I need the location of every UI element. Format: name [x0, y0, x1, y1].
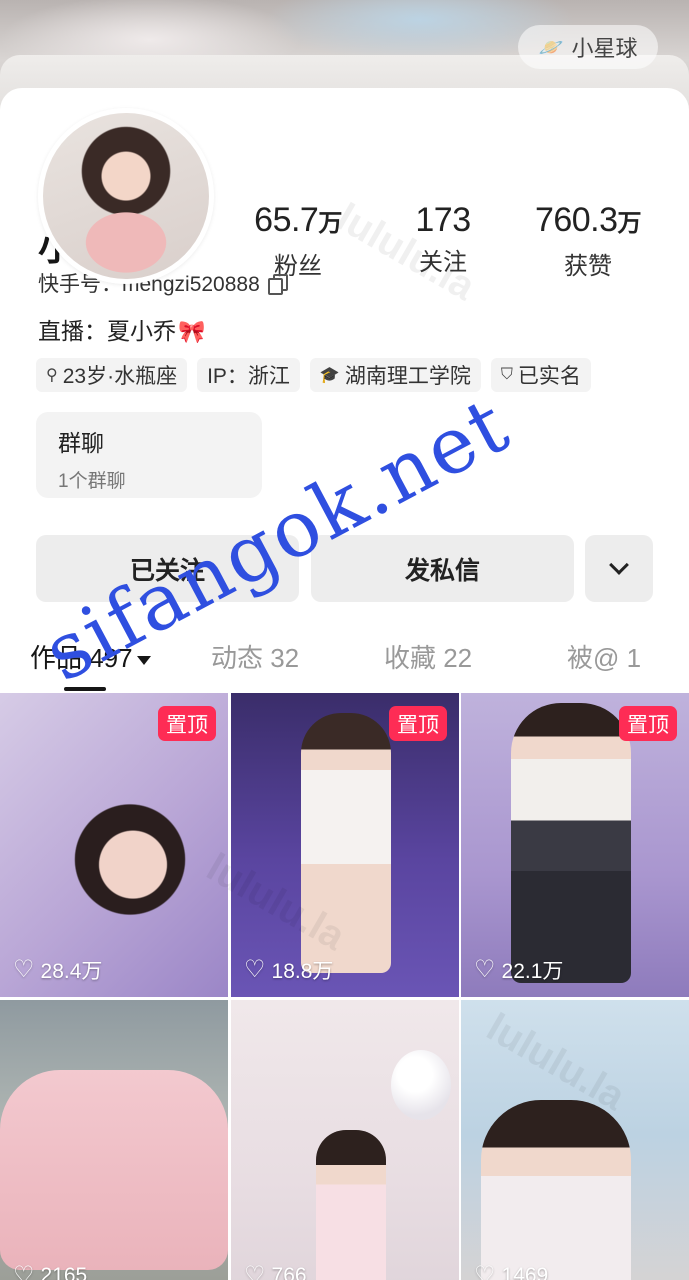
gender-icon: ⚲: [46, 367, 58, 384]
post-likes-count: 28.4万: [40, 960, 103, 983]
tag-age-text: 23岁·水瓶座: [62, 365, 178, 388]
tab-works[interactable]: 作品 497: [30, 638, 151, 675]
post-likes-count: 766: [271, 1264, 307, 1280]
post-photo: [316, 1130, 386, 1280]
stat-following-label: 关注: [419, 249, 467, 276]
heart-icon: ♡: [244, 1262, 266, 1280]
verified-icon: ⛉: [500, 366, 513, 383]
pinned-badge: 置顶: [389, 706, 447, 741]
post-likes-count: 1469: [501, 1264, 549, 1280]
post-photo: [40, 783, 190, 953]
stat-likes-unit: 万: [617, 210, 642, 237]
stat-followers-unit: 万: [318, 210, 342, 237]
content-tabs: 作品 497 动态 32 收藏 22 被@ 1: [0, 638, 689, 688]
group-chat-title: 群聊: [58, 430, 104, 456]
tab-mentions[interactable]: 被@ 1: [567, 638, 641, 675]
tab-moments[interactable]: 动态 32: [211, 638, 299, 675]
heart-icon: ♡: [244, 956, 266, 983]
tab-works-label: 作品 497: [30, 643, 133, 673]
post-likes: ♡ 18.8万: [244, 955, 333, 985]
post-likes-count: 2165: [40, 1264, 88, 1280]
post-thumbnail[interactable]: 置顶 ♡ 18.8万: [231, 693, 459, 997]
stat-likes-number: 760.3: [534, 201, 618, 239]
post-likes: ♡ 28.4万: [13, 955, 102, 985]
caret-down-icon: [136, 655, 151, 665]
tag-ip: IP：浙江: [197, 358, 300, 392]
post-photo: [511, 703, 631, 983]
stat-followers-number: 65.7: [254, 201, 319, 239]
heart-icon: ♡: [474, 1262, 496, 1280]
pinned-badge: 置顶: [158, 706, 216, 741]
stat-likes-label: 获赞: [564, 253, 612, 280]
stat-following-number: 173: [415, 201, 471, 239]
post-thumbnail[interactable]: ♡ 766: [231, 1000, 459, 1280]
school-icon: 🎓: [319, 367, 340, 384]
heart-icon: ♡: [13, 956, 35, 983]
pinned-badge: 置顶: [619, 706, 677, 741]
post-thumbnail[interactable]: ♡ 1469: [461, 1000, 689, 1280]
tag-school-text: 湖南理工学院: [344, 365, 471, 388]
stat-following[interactable]: 173 关注: [368, 202, 518, 277]
active-tab-indicator: [64, 687, 106, 691]
planet-label: 小星球: [571, 36, 638, 61]
planet-icon: 🪐: [538, 36, 564, 59]
group-chat-card[interactable]: 群聊 1个群聊: [36, 412, 262, 498]
post-photo: [0, 1070, 228, 1270]
send-message-button[interactable]: 发私信: [311, 535, 574, 602]
group-chat-subtitle: 1个群聊: [58, 471, 126, 492]
balloon-photo: [391, 1050, 451, 1120]
tag-age: ⚲ 23岁·水瓶座: [36, 358, 188, 392]
post-thumbnail[interactable]: ♡ 2165: [0, 1000, 228, 1280]
followed-button[interactable]: 已关注: [36, 535, 299, 602]
post-likes: ♡ 2165: [13, 1264, 87, 1280]
post-likes-count: 22.1万: [501, 960, 564, 983]
post-likes: ♡ 1469: [474, 1264, 548, 1280]
tag-verified: ⛉ 已实名: [490, 358, 591, 392]
more-button[interactable]: [585, 535, 653, 602]
tag-ip-text: IP：浙江: [207, 365, 290, 388]
live-info[interactable]: 直播：夏小乔🎀: [38, 312, 205, 346]
post-likes: ♡ 766: [244, 1264, 307, 1280]
copy-icon[interactable]: [267, 274, 288, 295]
bow-icon: 🎀: [178, 319, 206, 344]
post-likes-count: 18.8万: [271, 960, 334, 983]
tag-verified-text: 已实名: [517, 365, 581, 388]
avatar[interactable]: [38, 108, 214, 284]
tab-favorites[interactable]: 收藏 22: [384, 638, 472, 675]
live-label: 直播：夏小乔: [38, 318, 176, 344]
post-photo: [301, 713, 391, 973]
chevron-down-icon: [609, 554, 629, 575]
heart-icon: ♡: [474, 956, 496, 983]
heart-icon: ♡: [13, 1262, 35, 1280]
post-thumbnail[interactable]: 置顶 ♡ 22.1万: [461, 693, 689, 997]
profile-tags: ⚲ 23岁·水瓶座 IP：浙江 🎓 湖南理工学院 ⛉ 已实名: [36, 358, 591, 392]
post-likes: ♡ 22.1万: [474, 955, 563, 985]
stat-likes[interactable]: 760.3万 获赞: [513, 202, 663, 281]
post-thumbnail[interactable]: 置顶 ♡ 28.4万: [0, 693, 228, 997]
post-photo: [481, 1100, 631, 1280]
tag-school[interactable]: 🎓 湖南理工学院: [309, 358, 481, 392]
planet-button[interactable]: 🪐 小星球: [518, 25, 658, 69]
